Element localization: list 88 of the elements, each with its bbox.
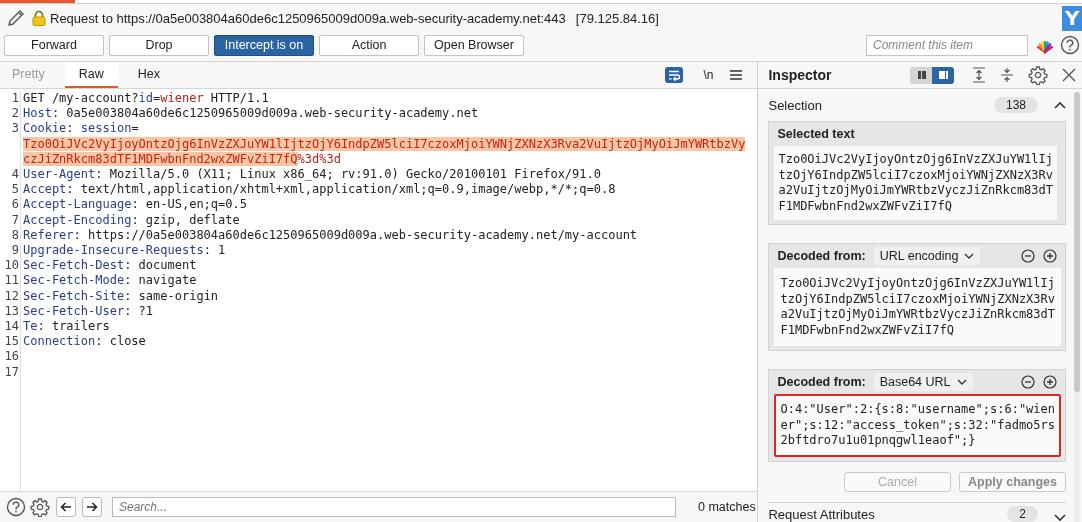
code-line: Referer: https://0a5e003804a60de6c1250965009d009a.web-security-academy.net/my-account xyxy=(23,227,639,244)
chevron-down-icon xyxy=(964,253,975,260)
panel-title: Inspector xyxy=(768,67,832,84)
layout-toggle[interactable] xyxy=(910,66,932,84)
code-line: GET /my-account?id=wiener HTTP/1.1 xyxy=(23,91,270,107)
count-badge: 138 xyxy=(993,97,1038,114)
settings-icon[interactable] xyxy=(30,497,50,517)
chevron-down-icon xyxy=(956,379,967,386)
ip-address: [79.125.84.16] xyxy=(575,10,659,26)
arrow-right-icon xyxy=(86,501,98,513)
code-line: Host: 0a5e003804a60de6c1250965009d009a.web-security-academy.net xyxy=(23,106,480,122)
match-count: 0 matches xyxy=(698,500,756,514)
code-line: Te: trailers xyxy=(23,319,111,335)
chevron-down-icon[interactable] xyxy=(1054,514,1066,522)
code-line: Accept-Encoding: gzip, deflate xyxy=(23,212,241,228)
line-number: 15 xyxy=(3,334,20,350)
toolbar-button[interactable]: Intercept is on xyxy=(214,34,314,56)
code-line: Sec-Fetch-Site: same-origin xyxy=(23,288,220,304)
settings-icon[interactable] xyxy=(1028,65,1048,86)
scroll-thumb[interactable] xyxy=(1074,92,1080,392)
toolbar-button[interactable]: Forward xyxy=(4,34,104,56)
collapse-all-icon[interactable] xyxy=(1000,67,1014,84)
code-line: Sec-Fetch-User: ?1 xyxy=(23,303,155,320)
line-number: 6 xyxy=(10,197,20,213)
card-heading: Decoded from: xyxy=(777,375,866,390)
selected-text-value: Tzo0OiJVc2VyIjoyOntzOjg6InVzZXJuYW1lIjtzOjY6IndpZW5lciI7czoxMjoiYWNjZXNzX3Rva2VuIjtzOjMyOiJmYWRtbzVyczJiZnRkcm83dTF1MDFwbnFnd2wxZWFvZiI7fQ xyxy=(774,146,1057,221)
section-title[interactable]: Request Attributes xyxy=(768,507,875,522)
lock-icon xyxy=(32,10,46,26)
cookie-value: Tzo0OiJVc2VyIjoyOntzOjg6InVzZXJuYW1lIjtzOjY6IndpZW5lciI7czoxMjoiYWNjZXNzX3Rva2VuIjtzOjMyOiJmYWRtbzVyczJiZnRkcm83dTF1MDFwbnFnd2wxZWFvZiI7fQ%3d%3d xyxy=(23,136,746,167)
line-number: 5 xyxy=(10,182,20,198)
help-icon[interactable] xyxy=(1060,35,1080,55)
close-icon[interactable] xyxy=(1062,68,1076,83)
encoding-dropdown[interactable]: URL encoding xyxy=(873,247,981,266)
code-line: Connection: close xyxy=(23,334,147,350)
decoded-value-field[interactable]: O:4:"User":2:{s:8:"username";s:6:"wiener";s:12:"access_token";s:32:"fadmo5rs2bftdro7u1u01pnqgwl1eaof";} xyxy=(774,394,1061,457)
line-number: 10 xyxy=(3,258,20,274)
toolbar-button[interactable]: Open Browser xyxy=(424,34,524,56)
line-number: 11 xyxy=(3,273,20,289)
editor-tab[interactable]: Hex xyxy=(125,62,172,88)
editor-tab[interactable]: Raw xyxy=(64,62,118,88)
code-line: Cookie: session= xyxy=(23,121,140,137)
card-heading: Selected text xyxy=(777,127,855,142)
code-line: Upgrade-Insecure-Requests: 1 xyxy=(23,243,227,259)
expand-all-icon[interactable] xyxy=(972,67,986,84)
code-line: Accept: text/html,application/xhtml+xml,application/xml;q=0.9,image/webp,*/*;q=0.8 xyxy=(23,182,617,198)
line-number: 14 xyxy=(3,319,20,335)
pencil-icon xyxy=(6,8,26,28)
chevron-up-icon[interactable] xyxy=(1054,101,1066,110)
minus-circle-icon[interactable] xyxy=(1021,249,1035,264)
comment-field[interactable]: Comment this item xyxy=(866,34,1028,56)
word-wrap-icon[interactable] xyxy=(665,67,684,83)
toolbar-button[interactable]: Action xyxy=(319,34,419,56)
line-number: 9 xyxy=(10,243,20,259)
code-line: Sec-Fetch-Mode: navigate xyxy=(23,273,198,289)
decoded-value-field[interactable]: Tzo0OiJVc2VyIjoyOntzOjg6InVzZXJuYW1lIjtzOjY6IndpZW5lciI7czoxMjoiYWNjZXNzX3Rva2VuIjtzOjMyOiJmYWRtbzVyczJiZnRkcm83dTF1MDFwbnFnd2wxZWFvZiI7fQ xyxy=(774,268,1061,347)
scrollbar[interactable] xyxy=(1074,92,1080,522)
line-number: 13 xyxy=(3,303,20,320)
request-title: Request to https://0a5e003804a60de6c1250965009d009a.web-security-academy.net:443 xyxy=(50,10,566,26)
encoding-dropdown[interactable]: Base64 URL xyxy=(873,373,973,392)
menu-icon[interactable] xyxy=(729,69,744,81)
line-number: 4 xyxy=(10,167,20,183)
toolbar-button[interactable]: Drop xyxy=(109,34,209,56)
back-button[interactable] xyxy=(56,497,76,517)
arrow-left-icon xyxy=(60,501,72,513)
search-field[interactable]: Search... xyxy=(112,497,676,517)
apply-button[interactable]: Apply changes xyxy=(959,471,1066,492)
line-number: 3 xyxy=(10,121,20,138)
plus-circle-icon[interactable] xyxy=(1043,375,1057,390)
line-number: 2 xyxy=(10,106,20,122)
line-number: 8 xyxy=(10,227,20,243)
help-icon[interactable] xyxy=(6,497,26,517)
card-heading: Decoded from: xyxy=(777,249,866,264)
plus-circle-icon[interactable] xyxy=(1043,249,1057,264)
section-title[interactable]: Selection xyxy=(768,97,822,113)
line-number: 17 xyxy=(3,364,20,380)
code-line: Accept-Language: en-US,en;q=0.5 xyxy=(23,197,248,213)
code-line: Sec-Fetch-Dest: document xyxy=(23,258,198,274)
newline-toggle[interactable]: \n xyxy=(703,68,714,82)
minus-circle-icon[interactable] xyxy=(1021,375,1035,390)
forward-button[interactable] xyxy=(82,497,102,517)
layout-toggle[interactable] xyxy=(932,66,954,84)
count-badge: 2 xyxy=(1007,506,1038,522)
line-number: 12 xyxy=(3,288,20,304)
line-number: 7 xyxy=(10,212,20,228)
code-line: User-Agent: Mozilla/5.0 (X11; Linux x86_64; rv:91.0) Gecko/20100101 Firefox/91.0 xyxy=(23,167,602,183)
logo: Y xyxy=(1062,6,1082,31)
line-number: 1 xyxy=(10,91,20,107)
line-number: 16 xyxy=(3,349,20,365)
